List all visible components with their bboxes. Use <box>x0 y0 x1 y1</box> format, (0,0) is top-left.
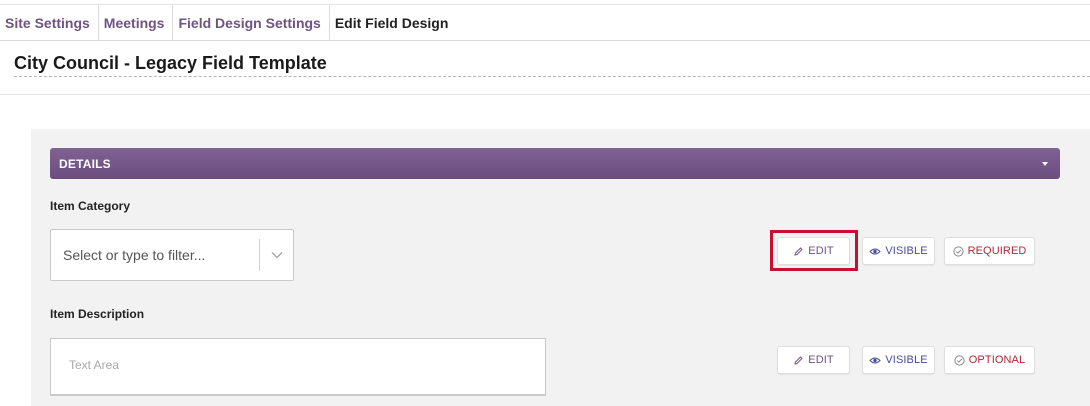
breadcrumb: Site Settings Meetings Field Design Sett… <box>0 4 1090 41</box>
chevron-down-icon[interactable] <box>260 251 293 259</box>
check-circle-icon <box>952 245 964 257</box>
item-description-visible-button[interactable]: VISIBLE <box>862 346 935 374</box>
item-category-label: Item Category <box>50 199 131 213</box>
title-divider <box>0 94 1090 95</box>
details-section-header[interactable]: DETAILS <box>50 148 1060 179</box>
eye-icon <box>869 247 882 256</box>
item-category-select[interactable]: Select or type to filter... <box>50 229 294 281</box>
required-label: REQUIRED <box>967 245 1027 257</box>
breadcrumb-meetings[interactable]: Meetings <box>99 5 174 40</box>
caret-down-icon <box>1042 161 1048 166</box>
item-description-edit-button[interactable]: EDIT <box>777 346 850 374</box>
visible-label: VISIBLE <box>885 245 928 257</box>
breadcrumb-field-design-settings[interactable]: Field Design Settings <box>173 5 330 40</box>
item-category-visible-button[interactable]: VISIBLE <box>862 237 935 265</box>
item-description-label: Item Description <box>50 307 145 321</box>
item-description-placeholder: Text Area <box>69 358 120 372</box>
pencil-icon <box>793 355 804 366</box>
item-description-textarea[interactable]: Text Area <box>50 338 546 396</box>
section-title: DETAILS <box>59 156 111 171</box>
page-title: City Council - Legacy Field Template <box>14 53 1090 77</box>
breadcrumb-site-settings[interactable]: Site Settings <box>0 5 99 40</box>
edit-button-highlight <box>770 230 858 271</box>
breadcrumb-edit-field-design: Edit Field Design <box>334 14 449 31</box>
item-category-placeholder: Select or type to filter... <box>63 247 206 263</box>
item-description-optional-button[interactable]: OPTIONAL <box>944 346 1035 374</box>
visible-label: VISIBLE <box>885 354 928 366</box>
eye-icon <box>869 356 882 365</box>
optional-label: OPTIONAL <box>968 354 1026 366</box>
edit-label: EDIT <box>808 354 834 366</box>
item-category-required-button[interactable]: REQUIRED <box>944 237 1035 265</box>
check-circle-icon <box>954 354 965 366</box>
